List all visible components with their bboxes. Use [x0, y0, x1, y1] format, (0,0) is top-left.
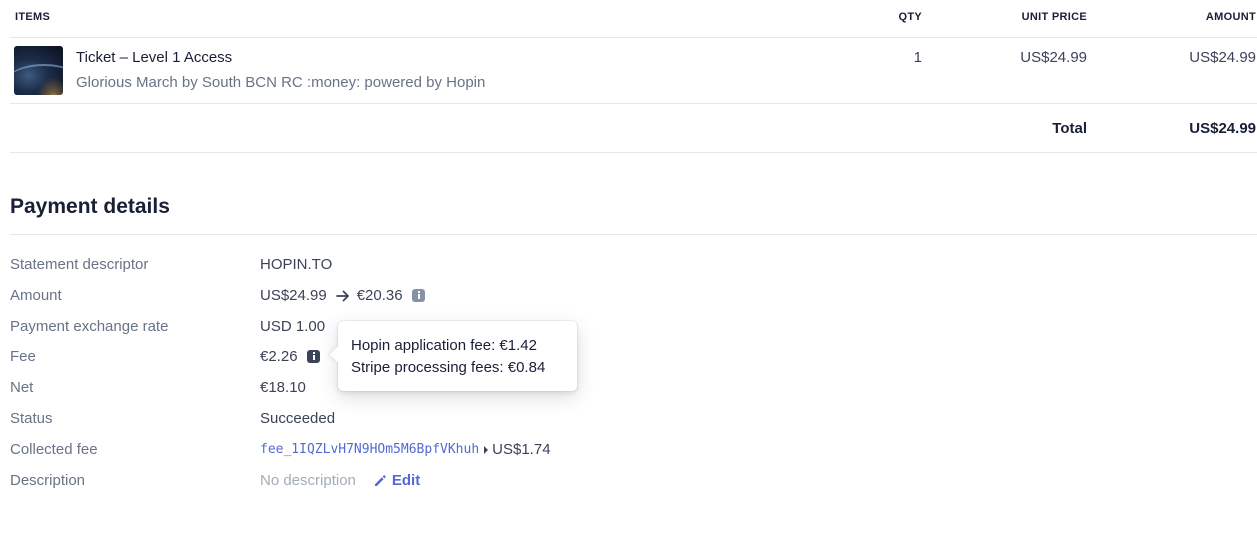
exchange-rate-value: USD 1.00 →	[260, 318, 349, 335]
edit-description-button[interactable]: Edit	[373, 472, 420, 489]
total-label: Total	[1052, 120, 1087, 137]
collected-fee-link[interactable]: fee_1IQZLvH7N9HOm5M6BpfVKhuh	[260, 442, 479, 457]
item-thumbnail	[14, 46, 63, 95]
net-text: €18.10	[260, 379, 306, 396]
total-value: US$24.99	[1189, 120, 1256, 137]
item-name: Ticket – Level 1 Access	[76, 49, 233, 66]
amount-value: US$24.99 €20.36	[260, 287, 425, 304]
divider	[10, 234, 1257, 235]
row-description: Description No description Edit	[10, 472, 1010, 494]
info-icon[interactable]	[411, 289, 425, 302]
edit-label: Edit	[391, 472, 421, 489]
collected-fee-value: fee_1IQZLvH7N9HOm5M6BpfVKhuh US$1.74	[260, 441, 551, 458]
fee-label: Fee	[10, 348, 36, 365]
items-table-header: ITEMS QTY UNIT PRICE AMOUNT	[10, 0, 1257, 38]
collected-fee-amount: US$1.74	[492, 441, 551, 458]
fee-value: €2.26	[260, 348, 320, 365]
row-amount: Amount US$24.99 €20.36	[10, 287, 1010, 309]
item-qty: 1	[913, 49, 922, 66]
statement-descriptor-text: HOPIN.TO	[260, 256, 333, 273]
info-icon[interactable]	[306, 350, 320, 363]
status-label: Status	[10, 410, 53, 427]
status-value: Succeeded	[260, 410, 335, 427]
row-statement-descriptor: Statement descriptor HOPIN.TO	[10, 256, 1010, 278]
statement-descriptor-value: HOPIN.TO	[260, 256, 332, 273]
amount-original: US$24.99	[260, 287, 327, 304]
payment-page: ITEMS QTY UNIT PRICE AMOUNT Ticket – Lev…	[0, 0, 1257, 550]
table-row: Ticket – Level 1 Access Glorious March b…	[10, 38, 1257, 104]
item-unit-price: US$24.99	[1020, 49, 1087, 66]
header-unit-price: UNIT PRICE	[1021, 11, 1087, 23]
tooltip-line-application-fee: Hopin application fee: €1.42	[351, 337, 537, 354]
description-text: No description	[260, 472, 356, 489]
description-label: Description	[10, 472, 86, 489]
fee-text: €2.26	[260, 348, 298, 365]
row-collected-fee: Collected fee fee_1IQZLvH7N9HOm5M6BpfVKh…	[10, 441, 1010, 463]
item-subtitle: Glorious March by South BCN RC :money: p…	[76, 74, 486, 91]
header-qty: QTY	[898, 11, 922, 23]
net-value: €18.10	[260, 379, 306, 396]
tooltip-line-processing-fee: Stripe processing fees: €0.84	[351, 359, 546, 376]
row-status: Status Succeeded	[10, 410, 1010, 432]
net-label: Net	[10, 379, 34, 396]
collected-fee-label: Collected fee	[10, 441, 98, 458]
statement-descriptor-label: Statement descriptor	[10, 256, 149, 273]
arrow-right-icon	[335, 290, 349, 301]
amount-converted: €20.36	[356, 287, 403, 304]
fee-breakdown-tooltip: Hopin application fee: €1.42 Stripe proc…	[338, 321, 577, 391]
item-amount: US$24.99	[1189, 49, 1256, 66]
status-text: Succeeded	[260, 410, 336, 427]
header-amount: AMOUNT	[1205, 11, 1256, 23]
header-items: ITEMS	[15, 11, 51, 23]
exchange-rate-text: USD 1.00	[260, 318, 326, 335]
exchange-rate-label: Payment exchange rate	[10, 318, 169, 335]
description-value: No description Edit	[260, 472, 420, 489]
pencil-icon	[374, 474, 386, 486]
section-title: Payment details	[10, 195, 170, 218]
caret-right-icon	[484, 445, 489, 454]
total-row: Total US$24.99	[10, 104, 1257, 153]
amount-label: Amount	[10, 287, 62, 304]
